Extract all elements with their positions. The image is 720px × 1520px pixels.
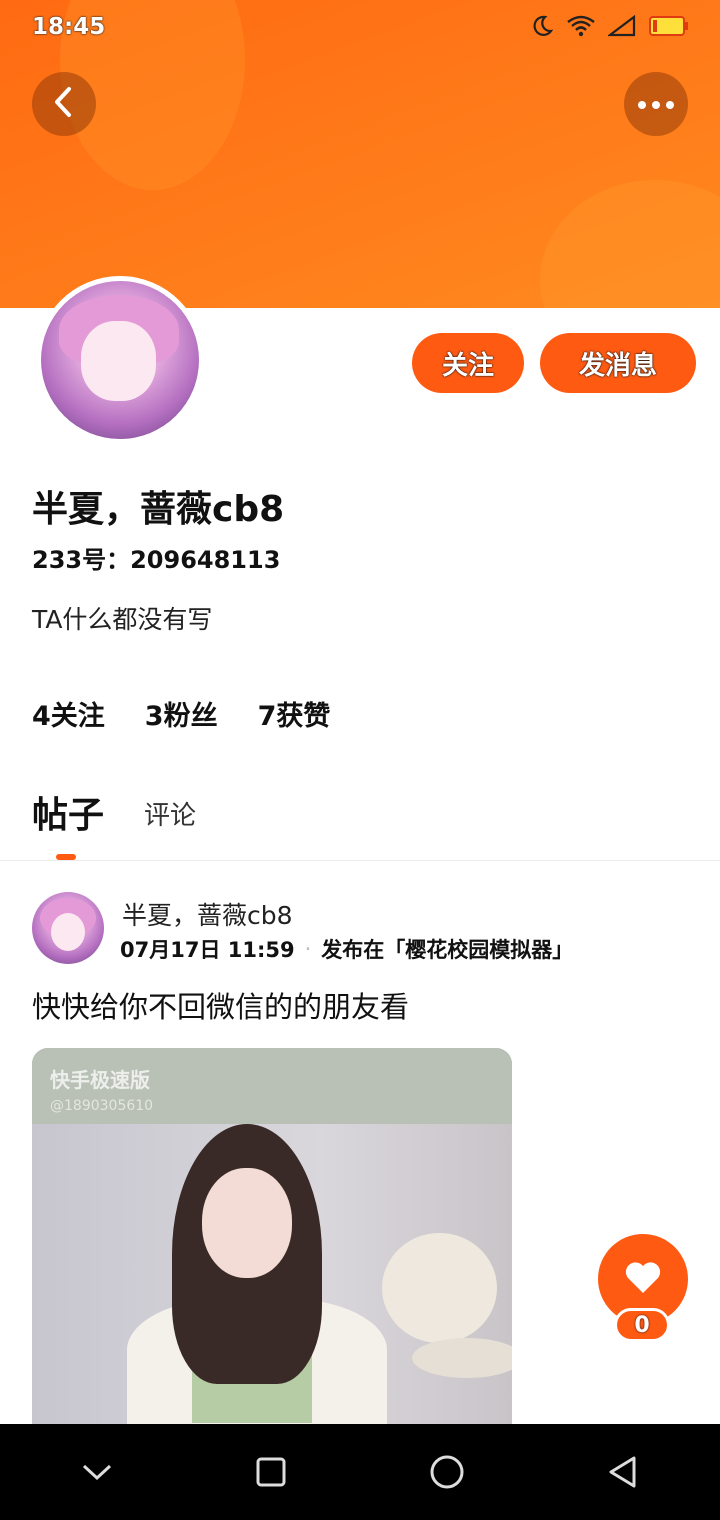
moon-icon [530, 14, 554, 38]
post-author-avatar[interactable] [32, 892, 104, 964]
profile-username: 半夏，蔷薇cb8 [32, 489, 285, 530]
avatar-face [81, 321, 156, 401]
separator-dot: · [304, 937, 312, 961]
back-triangle-icon[interactable] [607, 1455, 639, 1489]
post-published-in[interactable]: 发布在「樱花校园模拟器」 [321, 934, 573, 964]
status-bar: 18:45 [0, 0, 720, 56]
back-arrow-icon [49, 85, 79, 123]
avatar-image [41, 281, 199, 439]
more-dots-icon [636, 95, 676, 114]
wifi-icon [566, 14, 596, 38]
status-icons [530, 14, 690, 38]
header-banner: 18:45 [0, 0, 720, 308]
heart-icon [623, 1259, 663, 1299]
back-button[interactable] [32, 72, 96, 136]
image-lamp [382, 1233, 497, 1343]
profile-stats: 4关注 3粉丝 7获赞 [32, 694, 330, 733]
like-count-badge: 0 [614, 1308, 670, 1342]
post-text[interactable]: 快快给你不回微信的的朋友看 [32, 984, 409, 1026]
system-nav-bar [0, 1424, 720, 1520]
profile-tabs: 帖子 评论 [32, 786, 196, 838]
fans-count[interactable]: 3粉丝 [145, 694, 218, 733]
send-message-button[interactable]: 发消息 [540, 333, 696, 393]
image-watermark: 快手极速版 [50, 1068, 150, 1092]
image-lamp-base [412, 1338, 512, 1378]
tab-comments[interactable]: 评论 [144, 795, 196, 838]
image-person-face [202, 1168, 292, 1278]
more-button[interactable] [624, 72, 688, 136]
profile-uid: 233号：209648113 [32, 546, 281, 574]
post-author-name[interactable]: 半夏，蔷薇cb8 [122, 896, 293, 932]
post-meta: 07月17日 11:59 · 发布在「樱花校园模拟器」 [120, 934, 573, 964]
profile-avatar[interactable] [36, 276, 204, 444]
likes-count: 7获赞 [257, 701, 331, 732]
chevron-down-icon[interactable] [81, 1462, 113, 1482]
profile-bio: TA什么都没有写 [32, 605, 213, 634]
recent-apps-icon[interactable] [255, 1456, 287, 1488]
following-count[interactable]: 4关注 [32, 694, 105, 733]
battery-icon [648, 14, 690, 38]
post-date: 07月17日 11:59 [120, 938, 295, 962]
tab-posts[interactable]: 帖子 [32, 786, 104, 838]
follow-button[interactable]: 关注 [412, 333, 524, 393]
image-watermark-id: @1890305610 [50, 1098, 154, 1114]
divider [0, 860, 720, 861]
post-image[interactable]: 快手极速版 @1890305610 [32, 1048, 512, 1424]
signal-icon [608, 14, 636, 38]
status-time: 18:45 [32, 14, 106, 40]
banner-decoration [540, 180, 720, 308]
profile-page: 18:45 关注 发消息 半夏，蔷薇cb8 233号：209648113 TA什… [0, 0, 720, 1520]
home-icon[interactable] [429, 1454, 465, 1490]
